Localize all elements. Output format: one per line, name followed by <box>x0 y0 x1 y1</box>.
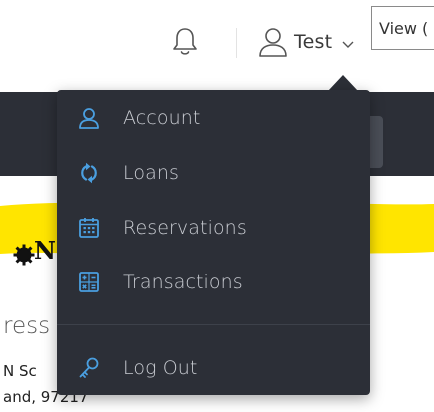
user-icon <box>259 28 287 57</box>
menu-item-reservations[interactable]: Reservations <box>57 206 370 250</box>
calendar-icon <box>79 218 99 238</box>
dropdown-pointer <box>328 75 358 91</box>
key-icon <box>79 357 99 378</box>
menu-divider <box>57 324 370 325</box>
address-heading: ress <box>3 313 51 339</box>
menu-item-transactions[interactable]: Transactions <box>57 260 370 304</box>
logo-gear-icon <box>13 244 35 266</box>
menu-item-loans[interactable]: Loans <box>57 151 370 195</box>
top-header: Test View ( <box>0 0 434 84</box>
calculator-icon <box>79 272 99 292</box>
chevron-down-icon <box>342 41 354 48</box>
menu-item-label: Log Out <box>123 357 198 379</box>
refresh-icon <box>81 162 97 184</box>
user-icon <box>79 108 99 129</box>
user-name: Test <box>294 31 333 53</box>
menu-item-label: Loans <box>123 162 179 184</box>
logo-text: N <box>34 236 56 265</box>
menu-item-account[interactable]: Account <box>57 96 370 140</box>
view-button[interactable]: View ( <box>371 6 434 50</box>
header-divider <box>236 28 237 58</box>
bell-icon[interactable] <box>168 24 202 58</box>
menu-item-label: Transactions <box>123 271 243 293</box>
user-menu-toggle[interactable]: Test <box>256 22 354 62</box>
user-dropdown-menu: Account Loans Reservations Transactions … <box>57 90 370 395</box>
menu-item-label: Reservations <box>123 217 247 239</box>
menu-item-logout[interactable]: Log Out <box>57 346 370 390</box>
address-line-1: N Sc <box>3 362 37 380</box>
menu-item-label: Account <box>123 107 201 129</box>
